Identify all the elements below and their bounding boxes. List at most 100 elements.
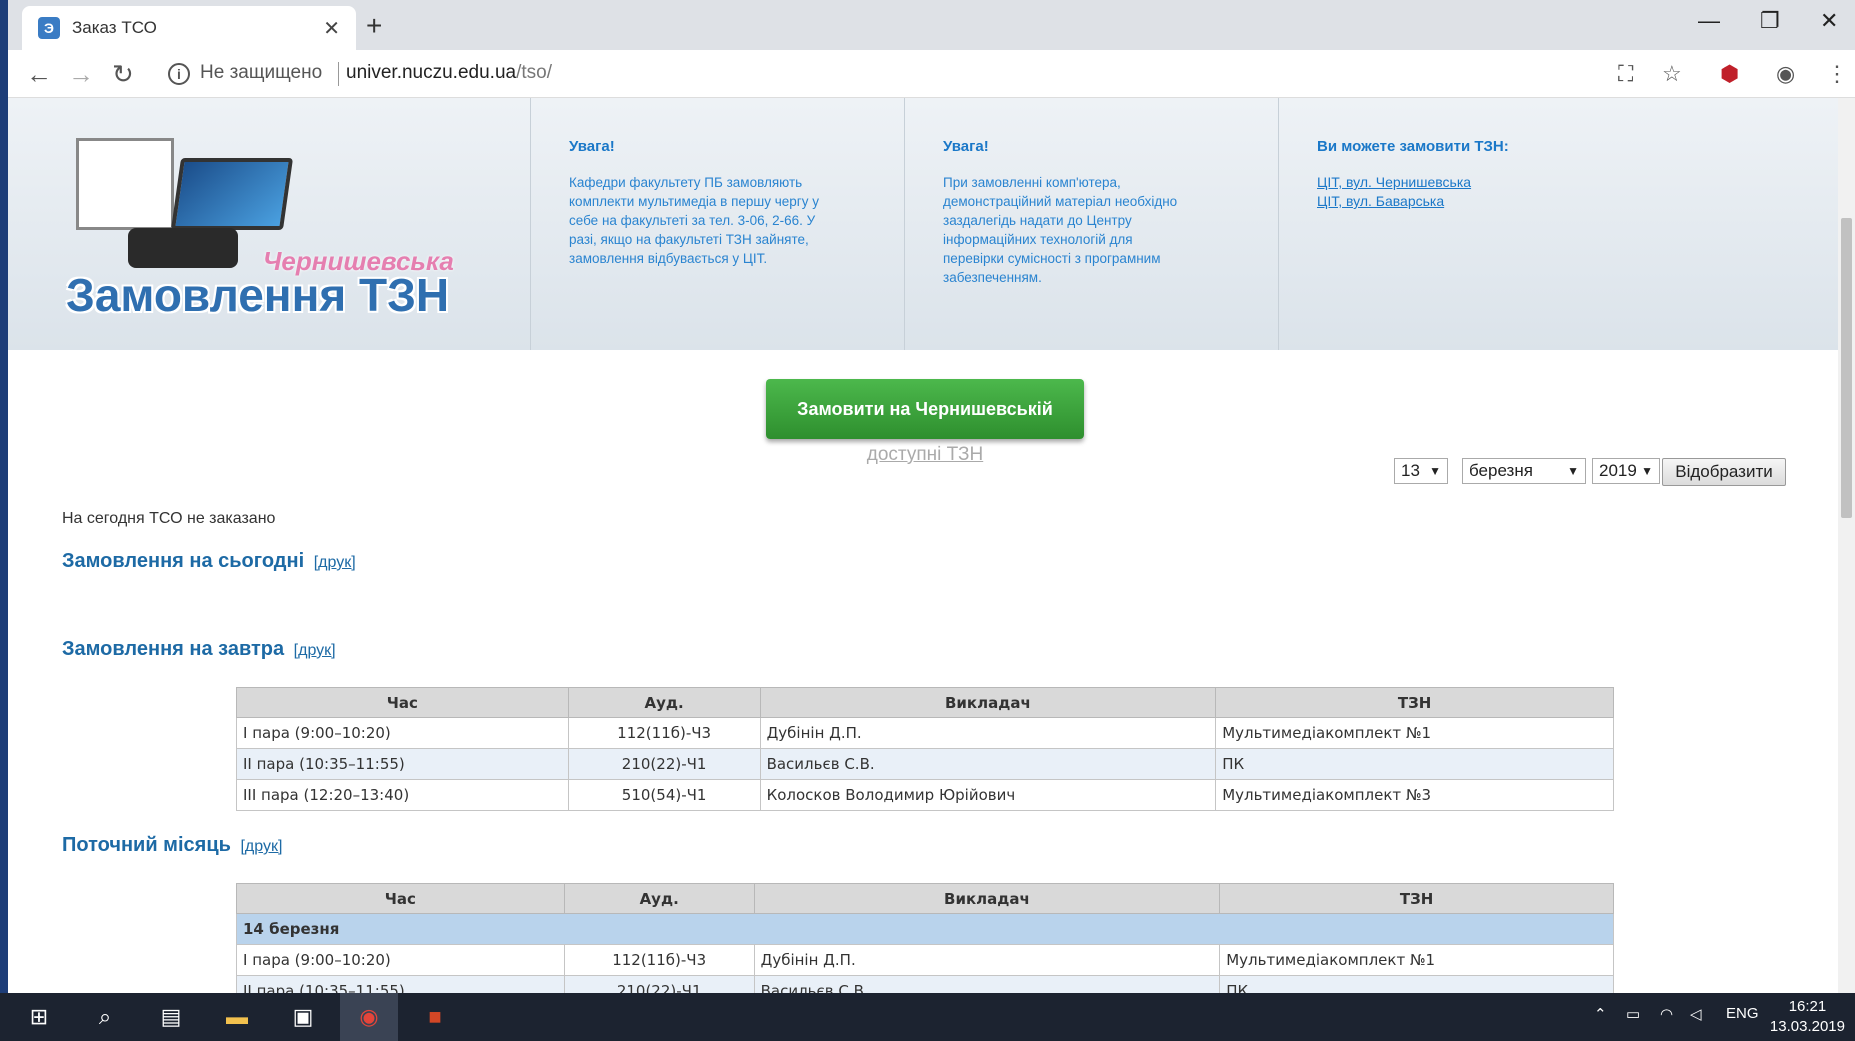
menu-icon[interactable]: ⋮ (1826, 61, 1848, 87)
laptop-icon (170, 158, 294, 230)
back-icon[interactable]: ← (26, 59, 52, 90)
reload-icon[interactable]: ↻ (112, 59, 134, 90)
address-toolbar: ← → ↻ i Не защищено univer.nuczu.edu.ua/… (8, 50, 1855, 98)
cell-tzn: ПК (1219, 975, 1614, 993)
app-window-icon[interactable]: ▣ (274, 993, 332, 1041)
cell-teacher: Колосков Володимир Юрійович (759, 779, 1217, 811)
notice-title: Увага! (943, 138, 989, 155)
file-explorer-icon[interactable]: ▬ (208, 993, 266, 1041)
table-row: I пара (9:00–10:20) 112(11б)-Ч3 Дубінін … (236, 717, 1614, 749)
clock-time: 16:21 (1788, 998, 1827, 1015)
chevron-down-icon: ▼ (1641, 464, 1653, 478)
notice-text: При замовленні комп'ютера, демонстраційн… (943, 175, 1178, 285)
windows-start-icon[interactable]: ⊞ (10, 993, 68, 1041)
date-group-row: 14 березня (236, 913, 1614, 945)
system-clock[interactable]: 16:21 13.03.2019 (1770, 997, 1845, 1037)
battery-icon[interactable]: ▭ (1626, 1005, 1640, 1023)
column-header-tzn: ТЗН (1215, 687, 1614, 718)
print-tomorrow-link[interactable]: [друк] (294, 642, 336, 659)
tab-bar: Э Заказ ТСО ✕ + — ❐ ✕ (8, 0, 1855, 50)
translate-icon[interactable]: ⛶ (1618, 61, 1633, 87)
column-header-time: Час (236, 687, 569, 718)
print-month-link[interactable]: [друк] (240, 838, 282, 855)
address-bar[interactable]: univer.nuczu.edu.ua/tso/ (346, 62, 552, 84)
date-group-label: 14 березня (236, 913, 1614, 945)
notice-text: Кафедри факультету ПБ замовляють комплек… (569, 175, 819, 266)
restore-icon[interactable]: ❐ (1760, 8, 1780, 34)
browser-tab[interactable]: Э Заказ ТСО ✕ (22, 6, 356, 50)
task-view-icon[interactable]: ▤ (142, 993, 200, 1041)
site-favicon-icon: Э (38, 17, 60, 39)
language-indicator[interactable]: ENG (1726, 1005, 1759, 1022)
cell-time: I пара (9:00–10:20) (236, 944, 565, 976)
cell-aud: 210(22)-Ч1 (567, 748, 761, 780)
column-header-aud: Ауд. (563, 883, 755, 914)
show-button[interactable]: Відобразити (1662, 458, 1786, 486)
powerpoint-icon[interactable]: ■ (406, 993, 464, 1041)
month-table: Час Ауд. Викладач ТЗН 14 березня I пара … (236, 883, 1614, 993)
order-button[interactable]: Замовити на Чернишевській (766, 379, 1084, 439)
wifi-icon[interactable]: ◠ (1660, 1005, 1673, 1023)
cell-teacher: Дубінін Д.П. (753, 944, 1221, 976)
cell-tzn: Мультимедіакомплект №1 (1215, 717, 1614, 749)
cell-aud: 510(54)-Ч1 (567, 779, 761, 811)
tab-title: Заказ ТСО (72, 18, 157, 37)
tray-chevron-up-icon[interactable]: ⌃ (1594, 1005, 1607, 1023)
day-select[interactable]: 13 ▼ (1394, 458, 1448, 484)
locations-title: Ви можете замовити ТЗН: (1317, 138, 1509, 155)
projector-screen-icon (76, 138, 174, 230)
month-orders-heading: Поточний місяць [друк] (62, 834, 282, 857)
new-tab-button[interactable]: + (366, 10, 382, 42)
chevron-down-icon: ▼ (1429, 464, 1441, 478)
omnibox-divider (338, 62, 339, 86)
profile-icon[interactable]: ◉ (1776, 61, 1795, 87)
table-header-row: Час Ауд. Викладач ТЗН (236, 687, 1614, 718)
year-select[interactable]: 2019 ▼ (1592, 458, 1660, 484)
table-header-row: Час Ауд. Викладач ТЗН (236, 883, 1614, 914)
tomorrow-orders-heading: Замовлення на завтра [друк] (62, 638, 336, 661)
info-icon[interactable]: i (168, 63, 190, 85)
minimize-icon[interactable]: — (1698, 8, 1720, 34)
url-path: /tso/ (516, 62, 552, 83)
notice-computer: Увага! При замовленні комп'ютера, демонс… (904, 98, 1278, 350)
tab-close-icon[interactable]: ✕ (323, 16, 340, 41)
windows-taskbar: ⊞ ⌕ ▤ ▬ ▣ ◉ ■ ⌃ ▭ ◠ ◁ ENG 16:21 13.03.20… (0, 993, 1855, 1041)
year-value: 2019 (1599, 461, 1637, 480)
chrome-icon[interactable]: ◉ (340, 993, 398, 1041)
clock-date: 13.03.2019 (1769, 1018, 1845, 1035)
ublock-icon[interactable]: ⬢ (1720, 61, 1739, 87)
bookmark-star-icon[interactable]: ☆ (1662, 61, 1682, 87)
scrollbar-thumb[interactable] (1841, 218, 1852, 518)
month-orders-title: Поточний місяць (62, 834, 231, 856)
search-icon[interactable]: ⌕ (76, 993, 134, 1041)
location-link-chernyshevska[interactable]: ЦІТ, вул. Чернишевська (1317, 173, 1838, 192)
url-host: univer.nuczu.edu.ua (346, 62, 517, 83)
location-link-bavarska[interactable]: ЦІТ, вул. Баварська (1317, 192, 1838, 211)
logo-title: Замовлення ТЗН (66, 269, 450, 321)
day-value: 13 (1401, 461, 1420, 480)
cell-time: II пара (10:35–11:55) (236, 748, 569, 780)
today-empty-message: На сегодня ТСО не заказано (62, 510, 276, 527)
cell-aud: 112(11б)-Ч3 (567, 717, 761, 749)
site-logo[interactable]: Чернишевська Замовлення ТЗН (8, 98, 528, 350)
print-today-link[interactable]: [друк] (314, 554, 356, 571)
column-header-teacher: Викладач (759, 687, 1217, 718)
table-row: I пара (9:00–10:20) 112(11б)-Ч3 Дубінін … (236, 944, 1614, 976)
security-status[interactable]: Не защищено (200, 62, 322, 84)
cell-teacher: Васильєв С.В. (759, 748, 1217, 780)
forward-icon[interactable]: → (68, 59, 94, 90)
tomorrow-orders-title: Замовлення на завтра (62, 638, 285, 660)
column-header-aud: Ауд. (567, 687, 761, 718)
cell-teacher: Дубінін Д.П. (759, 717, 1217, 749)
page-scrollbar[interactable] (1838, 98, 1855, 993)
column-header-tzn: ТЗН (1219, 883, 1614, 914)
month-select[interactable]: березня ▼ (1462, 458, 1586, 484)
table-row: II пара (10:35–11:55) 210(22)-Ч1 Васильє… (236, 975, 1614, 993)
cell-aud: 112(11б)-Ч3 (563, 944, 755, 976)
today-orders-title: Замовлення на сьогодні (62, 550, 305, 572)
volume-icon[interactable]: ◁ (1690, 1005, 1702, 1023)
window-close-icon[interactable]: ✕ (1820, 8, 1838, 34)
cell-time: I пара (9:00–10:20) (236, 717, 569, 749)
notice-faculty: Увага! Кафедри факультету ПБ замовляють … (530, 98, 904, 350)
month-value: березня (1469, 461, 1533, 480)
